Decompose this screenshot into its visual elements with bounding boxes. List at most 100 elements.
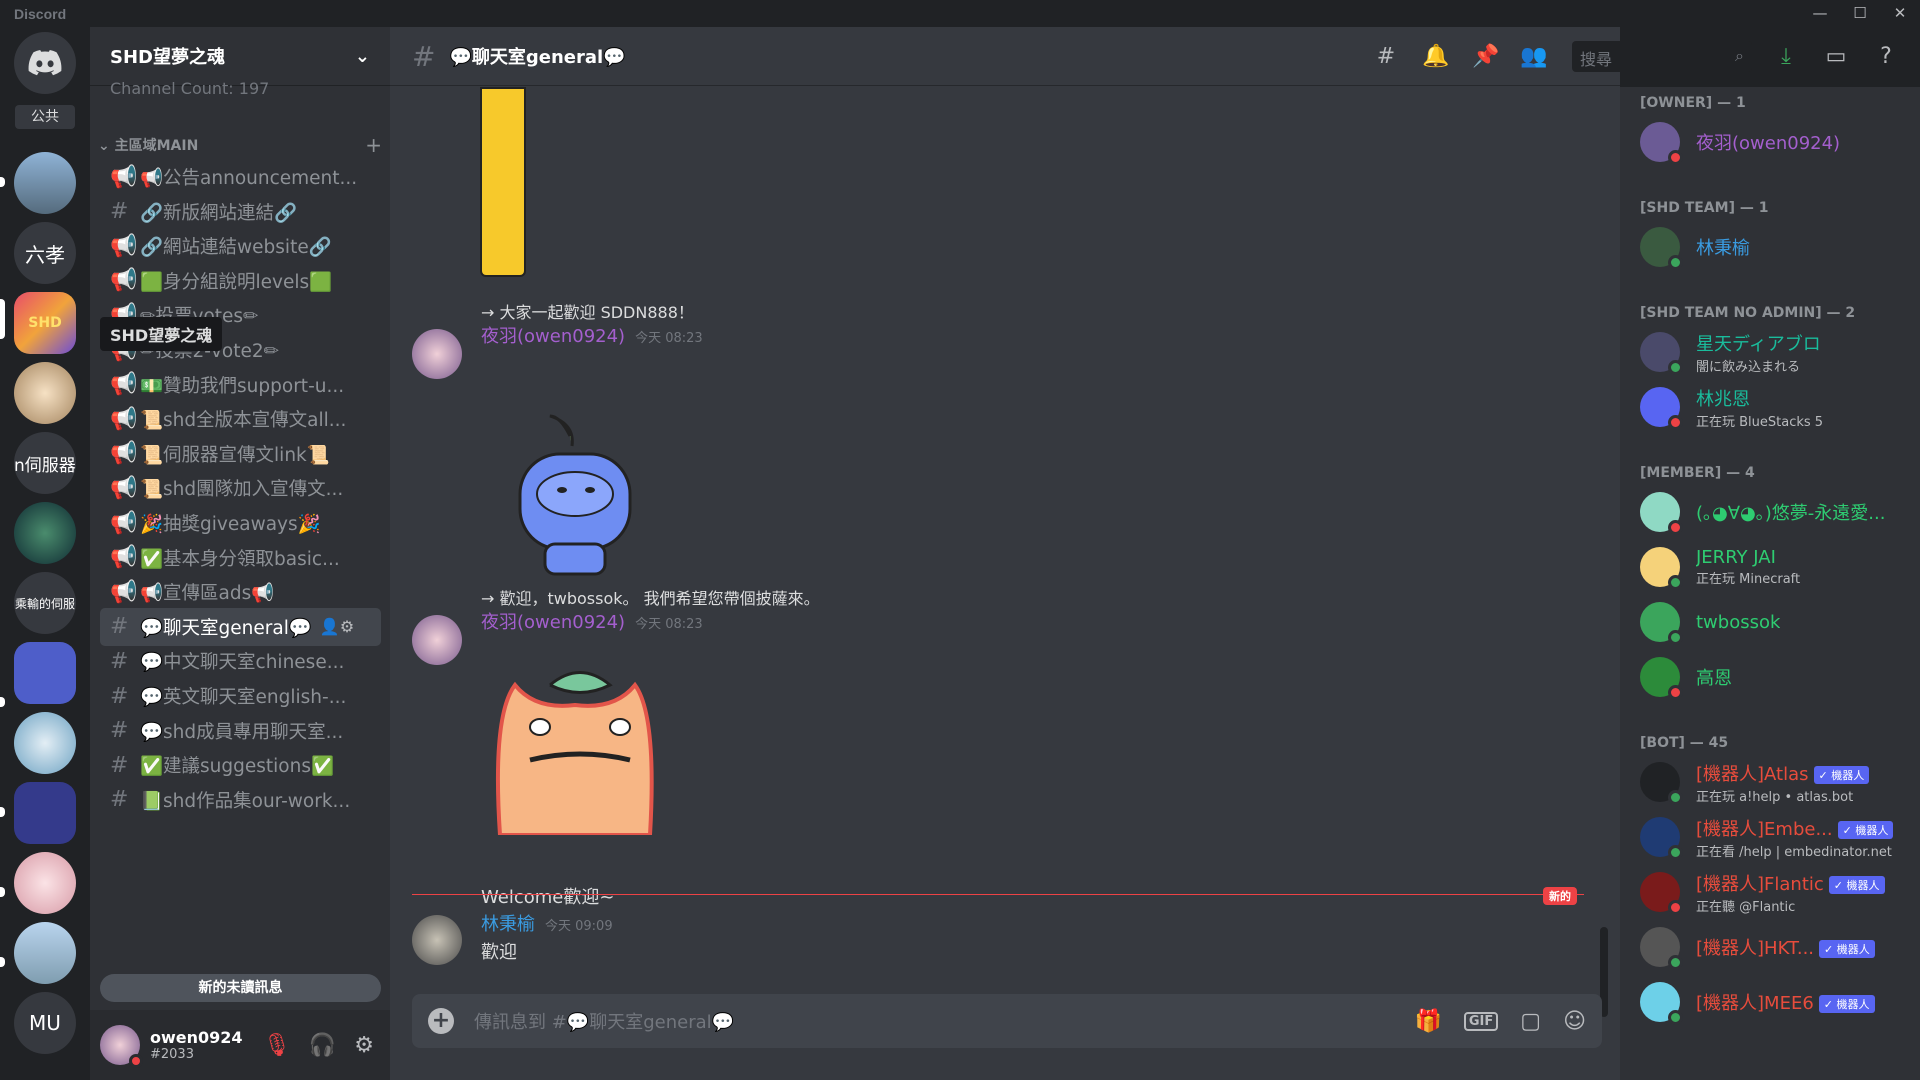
channel-item[interactable]: # 💬中文聊天室chinese... — [100, 642, 381, 680]
home-button[interactable] — [14, 32, 76, 94]
maximize-button[interactable]: ☐ — [1840, 0, 1880, 27]
server-icon-chengshu[interactable]: 乘輸的伺服 — [14, 572, 76, 634]
add-attachment-icon[interactable]: + — [428, 1008, 454, 1034]
online-status-icon — [1668, 790, 1683, 805]
channel-item[interactable]: 📢 🟩身分組說明levels🟩 — [100, 262, 381, 300]
public-badge[interactable]: 公共 — [15, 105, 75, 129]
dnd-status-icon — [1668, 900, 1683, 915]
member-item[interactable]: JERRY JAI 正在玩 Minecraft — [1640, 542, 1910, 592]
hashtag-icon: # — [110, 752, 129, 778]
emoji-icon[interactable]: ☺ — [1563, 1009, 1586, 1034]
server-icon-liuxiao[interactable]: 六孝 — [14, 222, 76, 284]
dnd-status-icon — [1668, 150, 1683, 165]
gear-icon[interactable]: ⚙ — [354, 1033, 374, 1058]
hashtag-icon: # — [110, 787, 129, 813]
member-item[interactable]: 林秉榆 — [1640, 222, 1910, 272]
server-icon-cat[interactable] — [14, 362, 76, 424]
channel-item[interactable]: 📢 ✅基本身分領取basic... — [100, 539, 381, 577]
avatar[interactable] — [412, 615, 462, 665]
server-icon-mu[interactable]: MU — [14, 992, 76, 1054]
member-item[interactable]: 星天ディアブロ 闇に飲み込まれる — [1640, 327, 1910, 377]
pin-icon[interactable]: 📌 — [1472, 44, 1500, 72]
channel-name: ✅基本身分領取basic... — [140, 548, 340, 570]
channel-item[interactable]: 📢 📜shd團隊加入宣傳文... — [100, 469, 381, 507]
peach-sticker-icon — [495, 671, 654, 835]
gift-icon[interactable]: 🎁 — [1414, 1009, 1441, 1034]
channel-item[interactable]: # 💬英文聊天室english-... — [100, 677, 381, 715]
member-item[interactable]: [機器人]HKT... ✓ 機器人 — [1640, 922, 1910, 972]
bot-badge: ✓ 機器人 — [1819, 940, 1875, 958]
member-item[interactable]: 林兆恩 正在玩 BlueStacks 5 — [1640, 382, 1910, 432]
member-item[interactable]: 夜羽(owen0924) — [1640, 117, 1910, 167]
server-icon-city[interactable] — [14, 152, 76, 214]
channel-item[interactable]: # 💬shd成員專用聊天室... — [100, 712, 381, 750]
bell-icon[interactable]: 🔔 — [1422, 44, 1450, 72]
channel-item[interactable]: 📢 📜shd全版本宣傳文all... — [100, 400, 381, 438]
server-header[interactable]: SHD望夢之魂 ⌄ — [90, 27, 390, 86]
member-name: [機器人]HKT... — [1696, 938, 1815, 959]
member-item[interactable]: (｡◕∀◕｡)悠夢-永遠愛... — [1640, 487, 1910, 537]
timestamp: 今天 08:23 — [635, 331, 703, 346]
sticker-icon[interactable]: ▢ — [1520, 1009, 1541, 1034]
threads-icon[interactable]: # — [1372, 44, 1400, 72]
server-icon-anime[interactable] — [14, 712, 76, 774]
message-author[interactable]: 夜羽(owen0924) 今天 08:23 — [481, 608, 703, 634]
member-item[interactable]: [機器人]Embe... ✓ 機器人 正在看 /help | embedinator… — [1640, 812, 1910, 862]
member-name: twbossok — [1696, 611, 1781, 633]
server-icon-folder[interactable] — [14, 782, 76, 844]
channel-item-selected[interactable]: # 💬聊天室general💬 👤⚙ — [100, 607, 381, 646]
avatar[interactable] — [412, 915, 462, 965]
hashtag-icon: # — [110, 648, 129, 674]
server-icon-flower[interactable] — [14, 852, 76, 914]
channel-item[interactable]: 📢 📢宣傳區ads📢 — [100, 573, 381, 611]
message-input[interactable]: 傳訊息到 #💬聊天室general💬 — [474, 1008, 734, 1034]
member-item[interactable]: twbossok — [1640, 597, 1910, 647]
channel-name: 💬中文聊天室chinese... — [140, 652, 345, 674]
channel-item[interactable]: # 🔗新版網站連結🔗 — [100, 193, 381, 231]
username: owen0924 — [150, 1028, 243, 1047]
server-icon-building[interactable] — [14, 922, 76, 984]
download-icon[interactable]: ⤓ — [1772, 44, 1800, 72]
server-icon-faces[interactable] — [14, 642, 76, 704]
member-activity: 正在玩 a!help • atlas.bot — [1696, 789, 1854, 805]
inbox-icon[interactable]: ▭ — [1822, 44, 1850, 72]
server-icon-n[interactable]: n伺服器 — [14, 432, 76, 494]
server-icon-shd[interactable]: SHD — [14, 292, 76, 354]
channel-item[interactable]: # 📗shd作品集our-work... — [100, 781, 381, 819]
member-item[interactable]: [機器人]MEE6 ✓ 機器人 — [1640, 977, 1910, 1027]
channel-item[interactable]: 📢 📢公告announcement... — [100, 158, 381, 196]
message-author[interactable]: 林秉榆 今天 09:09 — [481, 910, 613, 936]
member-item[interactable]: 高恩 — [1640, 652, 1910, 702]
member-item[interactable]: [機器人]Flantic ✓ 機器人 正在聽 @Flantic — [1640, 867, 1910, 917]
message-author[interactable]: 夜羽(owen0924) 今天 08:23 — [481, 322, 703, 348]
gif-button[interactable]: GIF — [1463, 1011, 1499, 1031]
avatar — [1640, 122, 1683, 165]
online-status-icon — [1668, 575, 1683, 590]
new-unread-button[interactable]: 新的未讀訊息 — [100, 974, 381, 1002]
channel-item[interactable]: 📢 🎉抽獎giveaways🎉 — [100, 504, 381, 542]
channel-item[interactable]: 📢 🔗網站連結website🔗 — [100, 227, 381, 265]
unread-pill — [0, 807, 5, 817]
message-composer[interactable]: + 傳訊息到 #💬聊天室general💬 🎁 GIF ▢ ☺ — [412, 994, 1602, 1048]
server-icon-forest[interactable] — [14, 502, 76, 564]
category-header[interactable]: ⌄ 主區域MAIN + — [98, 133, 382, 157]
channel-item[interactable]: 📢 💵贊助我們support-u... — [100, 366, 381, 404]
channel-name: 💬英文聊天室english-... — [140, 687, 347, 708]
headphones-icon[interactable]: 🎧 — [309, 1033, 336, 1058]
minimize-button[interactable]: — — [1800, 0, 1840, 27]
members-icon[interactable]: 👥 — [1520, 44, 1548, 72]
channel-name: 🔗新版網站連結🔗 — [140, 202, 298, 224]
channel-item[interactable]: 📢 📜伺服器宣傳文link📜 — [100, 435, 381, 473]
close-button[interactable]: ✕ — [1880, 0, 1920, 27]
avatar[interactable] — [100, 1025, 143, 1068]
help-icon[interactable]: ? — [1872, 44, 1900, 72]
invite-settings-icon[interactable]: 👤⚙ — [320, 617, 354, 636]
avatar[interactable] — [412, 329, 462, 379]
mute-mic-icon[interactable]: 🎙 — [263, 1033, 291, 1058]
member-item[interactable]: [機器人]Atlas ✓ 機器人 正在玩 a!help • atlas.bot — [1640, 757, 1910, 807]
search-input[interactable]: 搜尋 ⌕ — [1572, 41, 1752, 72]
add-channel-icon[interactable]: + — [365, 133, 382, 157]
chat-area: # 💬聊天室general💬 # 🔔 📌 👥 搜尋 ⌕ ⤓ ▭ ? → 大家一起歡… — [390, 27, 1892, 1080]
new-badge: 新的 — [1543, 887, 1577, 905]
channel-item[interactable]: # ✅建議suggestions✅ — [100, 746, 381, 784]
